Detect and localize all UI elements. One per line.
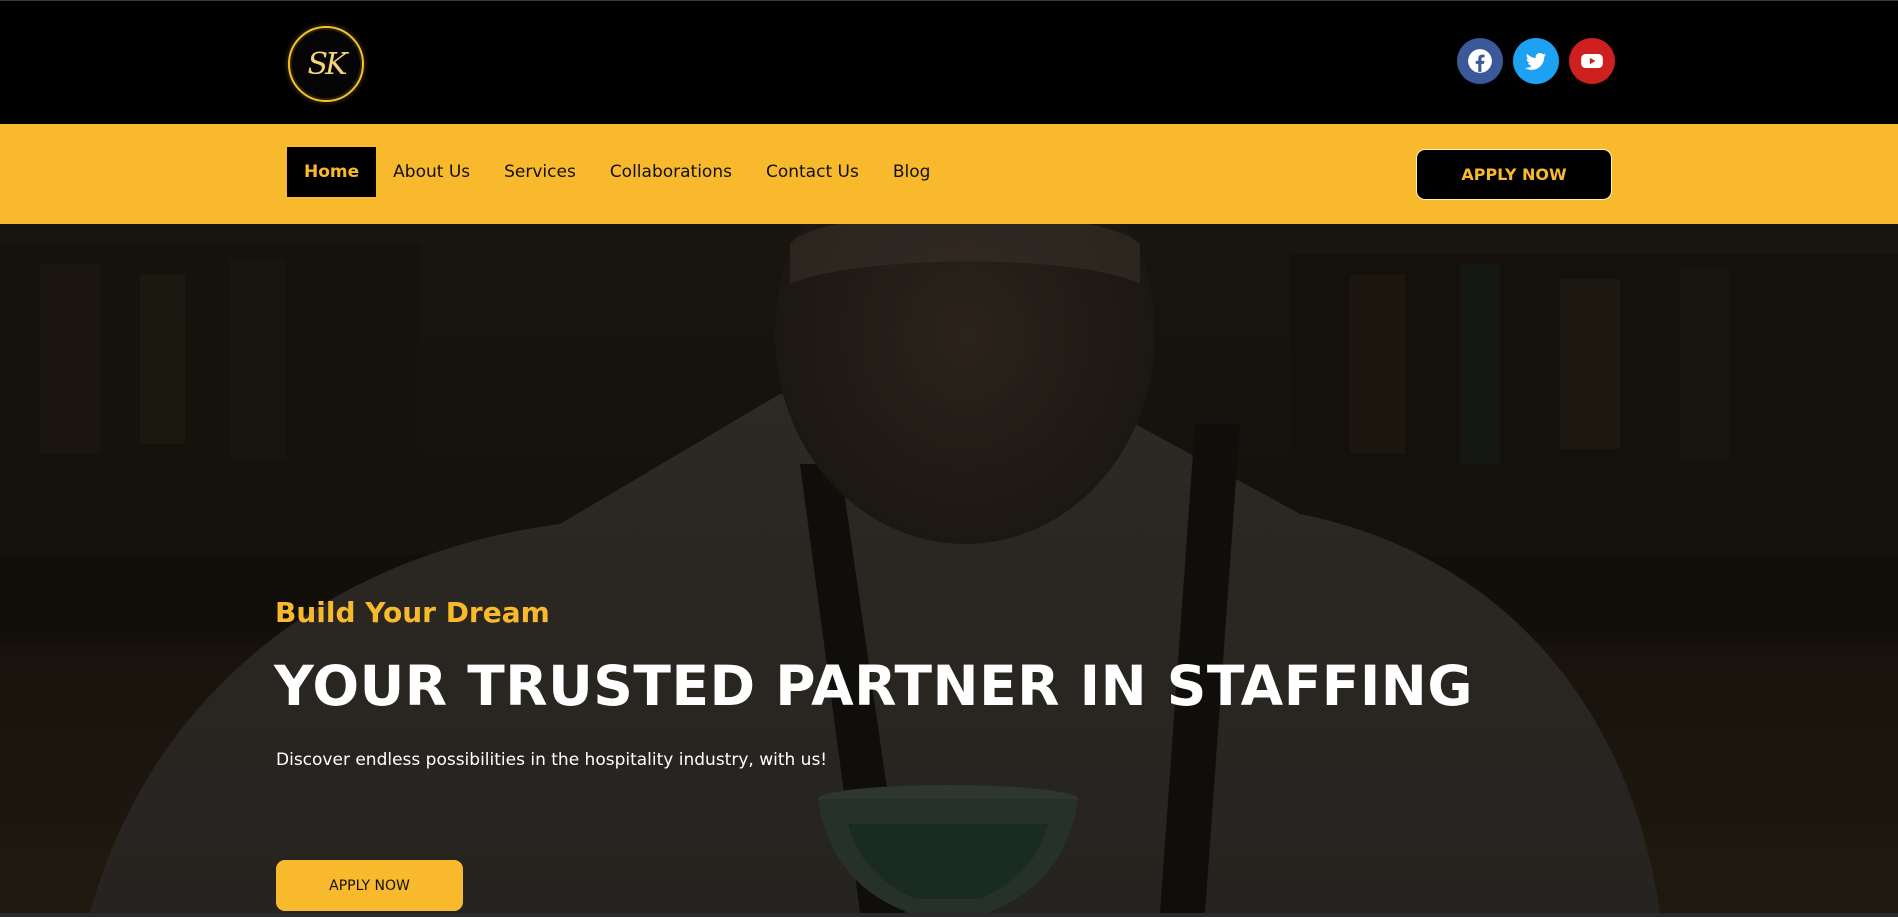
hero-subtext: Discover endless possibilities in the ho… [276,750,828,770]
logo-monogram: SK [307,46,348,82]
hero-tagline: Build Your Dream [275,596,550,629]
twitter-icon[interactable] [1513,38,1559,84]
nav-item-collaborations[interactable]: Collaborations [593,147,749,197]
nav-item-contact-us[interactable]: Contact Us [749,147,876,197]
nav-menu: Home About Us Services Collaborations Co… [287,147,947,197]
nav-item-services[interactable]: Services [487,147,593,197]
nav-item-about-us[interactable]: About Us [376,147,487,197]
main-navigation: Home About Us Services Collaborations Co… [0,124,1898,224]
youtube-icon[interactable] [1569,38,1615,84]
site-logo[interactable]: SK [288,26,364,102]
nav-item-blog[interactable]: Blog [876,147,948,197]
hero-headline: YOUR TRUSTED PARTNER IN STAFFING [274,654,1473,718]
facebook-icon[interactable] [1457,38,1503,84]
hero-background-image [0,224,1898,913]
nav-item-home[interactable]: Home [287,147,377,197]
header-apply-now-button[interactable]: APPLY NOW [1416,149,1612,200]
hero-section: Build Your Dream YOUR TRUSTED PARTNER IN… [0,224,1898,913]
hero-apply-now-button[interactable]: APPLY NOW [276,860,463,911]
bottom-divider [0,913,1898,917]
top-header: SK [0,0,1898,124]
